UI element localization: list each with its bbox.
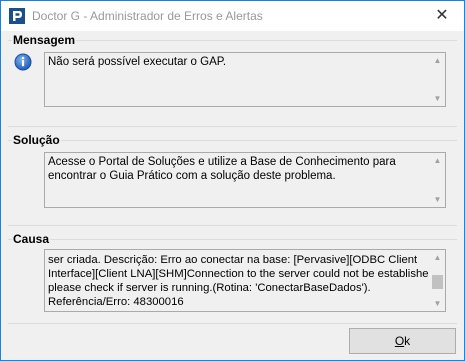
ok-label-rest: k [404,334,411,348]
causa-line: Referência/Erro: 48300016 [48,296,184,308]
causa-scrollbar[interactable]: ▲ ▼ [429,250,445,311]
scroll-thumb[interactable] [432,275,443,289]
scroll-up-icon[interactable]: ▲ [430,153,445,168]
ok-mnemonic: O [394,334,405,348]
scroll-down-icon[interactable]: ▼ [430,192,445,207]
title-bar[interactable]: Doctor G - Administrador de Erros e Aler… [1,1,464,31]
causa-text: ser criada. Descrição: Erro ao conectar … [48,253,438,309]
scroll-down-icon[interactable]: ▼ [430,296,445,311]
causa-line: please check if server is running.(Rotin… [48,282,371,294]
solucao-label: Solução [12,133,61,147]
causa-line: ser criada. Descrição: Erro ao conectar … [48,254,418,266]
close-icon[interactable]: ✕ [420,1,464,31]
solucao-textbox[interactable]: Acesse o Portal de Soluções e utilize a … [44,152,446,208]
dialog-window: Doctor G - Administrador de Erros e Aler… [0,0,465,361]
solucao-text: Acesse o Portal de Soluções e utilize a … [48,156,396,182]
mensagem-textbox[interactable]: Não será possível executar o GAP. ▲ ▼ [44,52,446,107]
causa-line: Interface][Client LNA][SHM]Connection to… [48,268,438,280]
app-logo-icon [9,8,25,24]
scroll-down-icon[interactable]: ▼ [430,91,445,106]
mensagem-text: Não será possível executar o GAP. [48,56,227,68]
window-title: Doctor G - Administrador de Erros e Aler… [32,9,263,23]
solucao-scrollbar[interactable]: ▲ ▼ [429,153,445,207]
scroll-up-icon[interactable]: ▲ [430,250,445,265]
mensagem-scrollbar[interactable]: ▲ ▼ [429,53,445,106]
scroll-up-icon[interactable]: ▲ [430,53,445,68]
info-icon [14,53,32,71]
ok-button[interactable]: Ok [349,328,456,354]
causa-label: Causa [12,232,51,246]
causa-textbox[interactable]: ser criada. Descrição: Erro ao conectar … [44,249,446,312]
mensagem-label: Mensagem [12,33,77,47]
